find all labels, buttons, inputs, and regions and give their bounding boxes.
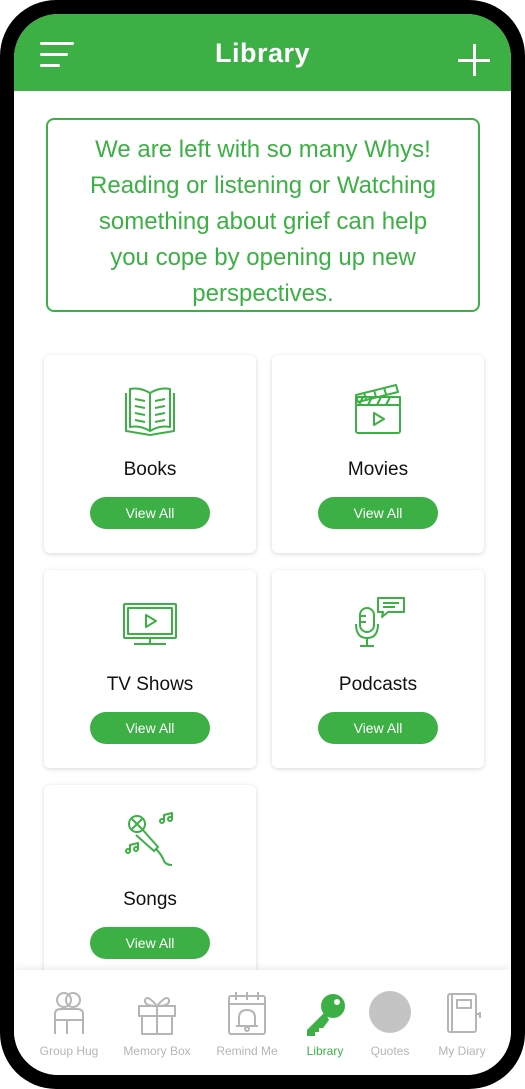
category-title: TV Shows [106,674,194,695]
diary-icon [447,993,481,1033]
bottom-nav: Group Hug Memory Box Remind Me Library Q… [14,970,511,1075]
tv-icon [123,603,177,645]
microphone-chat-icon [355,597,405,647]
category-card-movies[interactable]: Movies View All [272,355,484,553]
category-title: Podcasts [338,674,418,695]
grief-quote-banner: We are left with so many Whys! Reading o… [46,118,480,312]
clapperboard-icon [355,384,401,434]
karaoke-mic-icon [125,812,173,866]
podcasts-view-all-button[interactable]: View All [318,712,438,744]
banner-line: perspectives. [192,280,334,307]
nav-label: Memory Box [123,1044,191,1058]
app-screen: Library We are left with so many Whys! R… [14,14,511,1075]
nav-item-group-hug[interactable]: Group Hug [27,970,111,1066]
books-view-all-button[interactable]: View All [90,497,210,529]
quotes-circle-icon [369,991,411,1033]
songs-view-all-button[interactable]: View All [90,927,210,959]
nav-label: Group Hug [39,1044,99,1058]
calendar-bell-icon [228,992,266,1035]
nav-label: My Diary [438,1044,486,1058]
category-card-songs[interactable]: Songs View All [44,785,256,983]
page-title: Library [214,38,311,68]
key-icon [307,994,345,1036]
category-card-podcasts[interactable]: Podcasts View All [272,570,484,768]
category-title: Songs [123,889,177,910]
category-title: Books [123,459,177,480]
add-icon[interactable] [458,44,492,78]
banner-line: something about grief can help [98,208,428,235]
category-title: Movies [347,459,409,480]
phone-frame: Library We are left with so many Whys! R… [0,0,525,1089]
app-header: Library [14,14,511,91]
category-card-books[interactable]: Books View All [44,355,256,553]
nav-item-my-diary[interactable]: My Diary [420,970,504,1066]
category-card-tv-shows[interactable]: TV Shows View All [44,570,256,768]
movies-view-all-button[interactable]: View All [318,497,438,529]
group-hug-icon [54,992,84,1034]
gift-box-icon [138,997,176,1035]
banner-line: Reading or listening or Watching [90,172,436,199]
open-book-icon [125,387,175,436]
banner-line: you cope by opening up new [110,244,416,271]
banner-line: We are left with so many Whys! [95,136,431,163]
nav-item-memory-box[interactable]: Memory Box [115,970,199,1066]
tv-shows-view-all-button[interactable]: View All [90,712,210,744]
